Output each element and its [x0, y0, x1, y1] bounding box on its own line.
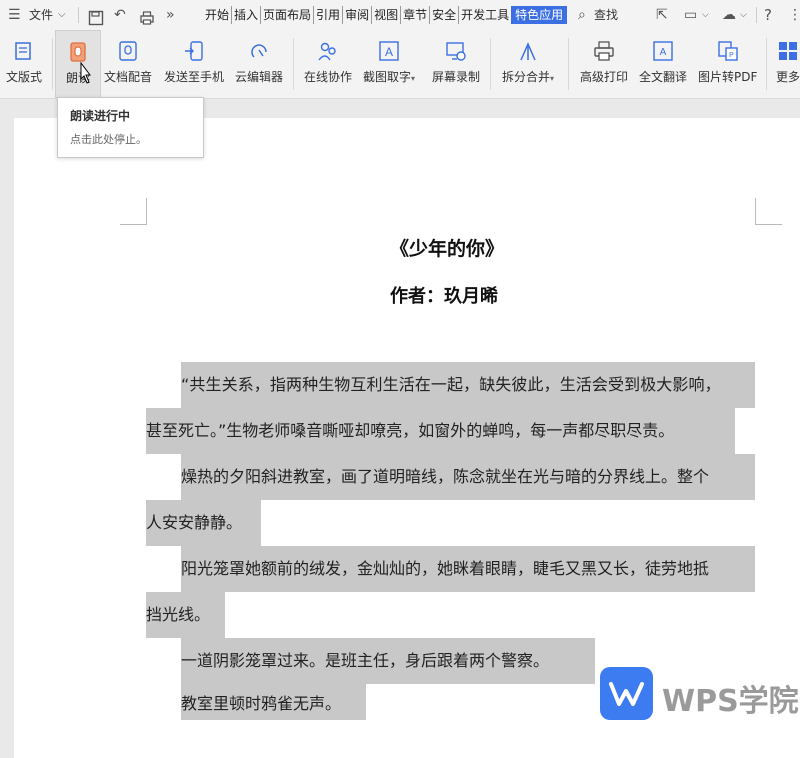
chevron-down-icon[interactable]: ⌵	[58, 0, 66, 30]
read-aloud-tooltip: 朗读进行中 点击此处停止。	[57, 97, 204, 158]
screen-record-icon	[443, 38, 469, 64]
advanced-print-label: 高级打印	[580, 70, 629, 84]
divider	[568, 38, 569, 90]
translate-icon: A	[650, 38, 676, 64]
margin-mark	[120, 198, 147, 225]
ocr-label: 截图取字▾	[363, 70, 416, 84]
tab-insert[interactable]: 插入	[232, 6, 262, 24]
paragraph-line: 甚至死亡。”生物老师嗓音嘶哑却嘹亮，如窗外的蝉鸣，每一声都尽职尽责。	[146, 421, 675, 440]
full-translate-label: 全文翻译	[639, 70, 688, 84]
ocr-icon: A	[376, 38, 402, 64]
search-button[interactable]: 查找	[594, 0, 618, 30]
tab-chapter[interactable]: 章节	[401, 6, 431, 24]
svg-text:A: A	[385, 45, 393, 59]
more-icon	[775, 38, 800, 64]
tooltip-description: 点击此处停止。	[70, 133, 147, 146]
layout-button[interactable]: 文版式	[6, 30, 42, 98]
svg-text:A: A	[660, 47, 667, 58]
online-collab-label: 在线协作	[304, 70, 353, 84]
chevron-down-icon[interactable]: ⌵	[702, 0, 709, 30]
send-to-phone-button[interactable]: 发送至手机	[164, 30, 224, 98]
paragraph-line: 教室里顿时鸦雀无声。	[181, 694, 342, 713]
svg-text:P: P	[729, 52, 734, 59]
split-merge-button[interactable]: 拆分合并▾	[502, 30, 554, 98]
image-to-pdf-label: 图片转PDF	[698, 70, 758, 84]
tab-review[interactable]: 审阅	[343, 6, 373, 24]
cloud-editor-label: 云编辑器	[235, 70, 284, 84]
tab-view[interactable]: 视图	[372, 6, 402, 24]
microphone-icon	[115, 38, 141, 64]
print-icon	[591, 38, 617, 64]
full-translate-button[interactable]: A 全文翻译	[639, 30, 687, 98]
divider	[766, 38, 767, 90]
share-icon[interactable]: ⇱	[656, 0, 668, 30]
send-to-phone-label: 发送至手机	[164, 70, 225, 84]
document-title: 《少年的你》	[390, 238, 505, 260]
wps-watermark-text: WPS学院	[662, 684, 799, 719]
cloud-editor-button[interactable]: 云编辑器	[235, 30, 283, 98]
mouse-cursor-icon	[80, 61, 91, 84]
ribbon-tabs: 开始 插入 页面布局 引用 审阅 视图 章节 安全 开发工具 特色应用	[203, 6, 568, 24]
paragraph-line: 挡光线。	[146, 605, 211, 624]
paragraph-line: 人安安静静。	[146, 513, 243, 532]
image-to-pdf-icon: P	[715, 38, 741, 64]
wps-logo-icon	[600, 667, 653, 720]
more-chevron-icon[interactable]: »	[166, 0, 175, 30]
ocr-button[interactable]: A 截图取字▾	[363, 30, 415, 98]
tab-references[interactable]: 引用	[314, 6, 344, 24]
divider	[756, 7, 757, 23]
save-icon[interactable]	[88, 7, 104, 26]
paragraph-line: 一道阴影笼罩过来。是班主任，身后跟着两个警察。	[181, 651, 550, 670]
tab-home[interactable]: 开始	[203, 6, 233, 24]
undo-icon[interactable]: ↶	[114, 0, 126, 30]
menu-bar: ☰ 文件 ⌵ ↶ » 开始 插入 页面布局 引用 审阅 视图 章节 安全 开发工…	[0, 0, 800, 30]
split-merge-label: 拆分合并▾	[502, 70, 555, 84]
advanced-print-button[interactable]: 高级打印	[580, 30, 628, 98]
divider	[293, 38, 294, 90]
tab-security[interactable]: 安全	[430, 6, 460, 24]
paragraph-line: “共生关系，指两种生物互利生活在一起，缺失彼此，生活会受到极大影响，	[181, 375, 721, 394]
hamburger-icon[interactable]: ☰	[8, 0, 21, 30]
print-quick-icon[interactable]	[139, 7, 155, 25]
more-button[interactable]: 更多	[775, 30, 800, 98]
divider	[78, 7, 79, 23]
help-icon[interactable]: ?	[764, 0, 772, 30]
divider	[490, 38, 491, 90]
cloud-sync-icon[interactable]: ☁	[722, 0, 736, 30]
more-options-icon[interactable]: ⋮	[788, 0, 800, 30]
document-author: 作者：玖月晞	[390, 286, 498, 307]
margin-mark	[755, 198, 782, 225]
send-to-phone-icon	[181, 38, 207, 64]
paragraph-line: 阳光笼罩她额前的绒发，金灿灿的，她眯着眼睛，睫毛又黑又长，徒劳地抵	[181, 559, 710, 578]
search-icon[interactable]: ⌕	[578, 0, 586, 30]
tab-special-apps[interactable]: 特色应用	[511, 6, 568, 24]
more-label: 更多	[775, 70, 800, 84]
chevron-down-icon[interactable]: ⌵	[740, 0, 747, 30]
tooltip-title: 朗读进行中	[70, 109, 131, 123]
image-to-pdf-button[interactable]: P 图片转PDF	[698, 30, 757, 98]
calendar-icon[interactable]: ▭	[684, 0, 697, 30]
tab-developer[interactable]: 开发工具	[459, 6, 511, 24]
screen-record-label: 屏幕录制	[432, 70, 481, 84]
ribbon-toolbar: 文版式 朗读 文档配音 发送至手机 云编辑器 在线协作 A 截图取字▾ 屏幕录制…	[0, 30, 800, 99]
collaboration-icon	[315, 38, 341, 64]
chevron-down-icon[interactable]: ▾	[411, 74, 415, 83]
chevron-down-icon[interactable]: ▾	[550, 74, 554, 83]
read-aloud-button[interactable]: 朗读	[55, 30, 101, 98]
doc-dubbing-button[interactable]: 文档配音	[104, 30, 152, 98]
screen-record-button[interactable]: 屏幕录制	[432, 30, 480, 98]
cloud-editor-icon	[246, 38, 272, 64]
divider	[52, 38, 53, 90]
paragraph-line: 燥热的夕阳斜进教室，画了道明暗线，陈念就坐在光与暗的分界线上。整个	[181, 467, 710, 486]
split-merge-icon	[515, 38, 541, 64]
online-collab-button[interactable]: 在线协作	[304, 30, 352, 98]
tab-page-layout[interactable]: 页面布局	[261, 6, 315, 24]
file-menu[interactable]: 文件	[29, 0, 53, 30]
layout-label: 文版式	[6, 70, 43, 84]
doc-dubbing-label: 文档配音	[104, 70, 153, 84]
layout-icon	[11, 38, 37, 64]
